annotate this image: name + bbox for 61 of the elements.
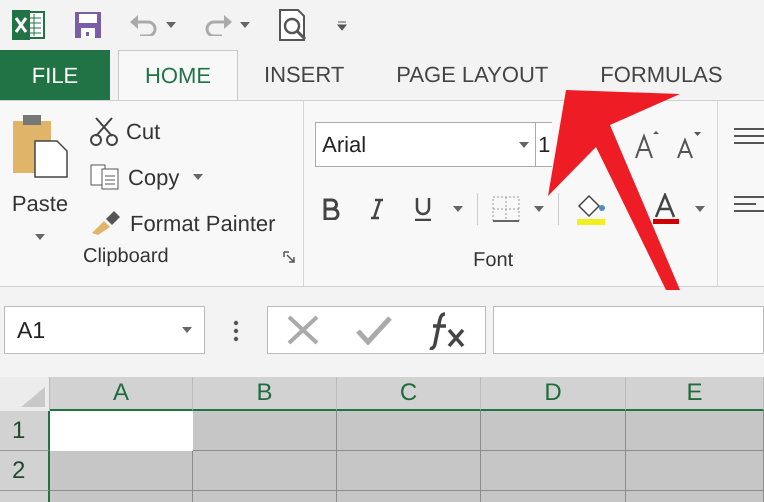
grid-cell[interactable]	[626, 451, 764, 491]
dropdown-caret-icon[interactable]	[240, 22, 250, 28]
paste-button[interactable]: Paste	[0, 113, 80, 241]
grid-cell[interactable]	[337, 451, 481, 491]
check-icon[interactable]	[355, 315, 394, 345]
dropdown-caret-icon[interactable]	[193, 174, 204, 180]
file-tab[interactable]: FILE	[0, 50, 110, 100]
dropdown-caret-icon[interactable]	[453, 206, 464, 212]
font-color-icon[interactable]	[653, 193, 682, 225]
dropdown-caret-icon[interactable]	[695, 206, 706, 212]
grid-cell[interactable]	[481, 451, 626, 491]
font-size-field[interactable]: 1	[536, 122, 552, 167]
more-options-icon[interactable]	[233, 320, 239, 342]
column-header[interactable]: C	[337, 377, 481, 411]
customize-menu-icon[interactable]	[336, 19, 348, 31]
copy-button[interactable]: Copy	[90, 159, 180, 195]
column-header[interactable]: D	[481, 377, 626, 411]
corner-triangle-icon	[21, 387, 45, 407]
grid-cell[interactable]	[481, 411, 626, 451]
paintbrush-icon	[90, 209, 122, 237]
increase-font-size-icon[interactable]	[634, 130, 660, 160]
column-header[interactable]: A	[50, 377, 193, 411]
dropdown-caret-icon[interactable]	[182, 327, 192, 333]
scissors-icon	[90, 116, 118, 146]
dialog-launcher-icon[interactable]	[283, 251, 296, 263]
ribbon-tab[interactable]: FORMULAS	[574, 62, 749, 88]
formula-input-field[interactable]	[493, 306, 764, 354]
row-header[interactable]: 1	[0, 411, 50, 451]
font-name-field[interactable]: Arial	[315, 122, 536, 167]
ribbon-tab[interactable]: HOME	[118, 50, 238, 100]
italic-icon	[370, 198, 384, 220]
clipboard-icon	[11, 113, 69, 179]
align-top-icon[interactable]	[734, 127, 764, 147]
group-label: Clipboard	[83, 244, 169, 269]
cut-button[interactable]: Cut	[90, 113, 276, 149]
row-header[interactable]: 2	[0, 451, 50, 491]
dropdown-caret-icon[interactable]	[166, 22, 176, 28]
format-painter-button[interactable]: Format Painter	[90, 205, 276, 241]
column-header[interactable]: E	[626, 377, 764, 411]
name-box[interactable]: A1	[4, 306, 205, 354]
ribbon-tab[interactable]: INSERT	[238, 62, 370, 88]
borders-icon[interactable]	[492, 196, 520, 222]
grid-cell[interactable]	[337, 411, 481, 451]
save-icon[interactable]	[74, 11, 102, 39]
underline-icon	[414, 197, 432, 221]
spreadsheet-logo-icon[interactable]	[12, 10, 46, 40]
grid-cell[interactable]	[626, 411, 764, 451]
grid-cell[interactable]	[193, 411, 337, 451]
copy-icon	[90, 164, 120, 190]
dropdown-caret-icon[interactable]	[534, 206, 544, 212]
dropdown-caret-icon[interactable]	[519, 142, 530, 148]
dropdown-caret-icon[interactable]	[35, 234, 45, 240]
ribbon-tab[interactable]: PAGE LAYOUT	[370, 62, 574, 88]
decrease-font-size-icon[interactable]	[676, 130, 702, 160]
group-label: Font	[473, 248, 514, 273]
bold-icon	[322, 198, 340, 220]
grid-cell[interactable]	[50, 451, 193, 491]
print-preview-icon[interactable]	[278, 8, 308, 42]
column-header[interactable]: B	[193, 377, 337, 411]
align-left-icon[interactable]	[734, 195, 764, 215]
grid-cell[interactable]	[193, 451, 337, 491]
